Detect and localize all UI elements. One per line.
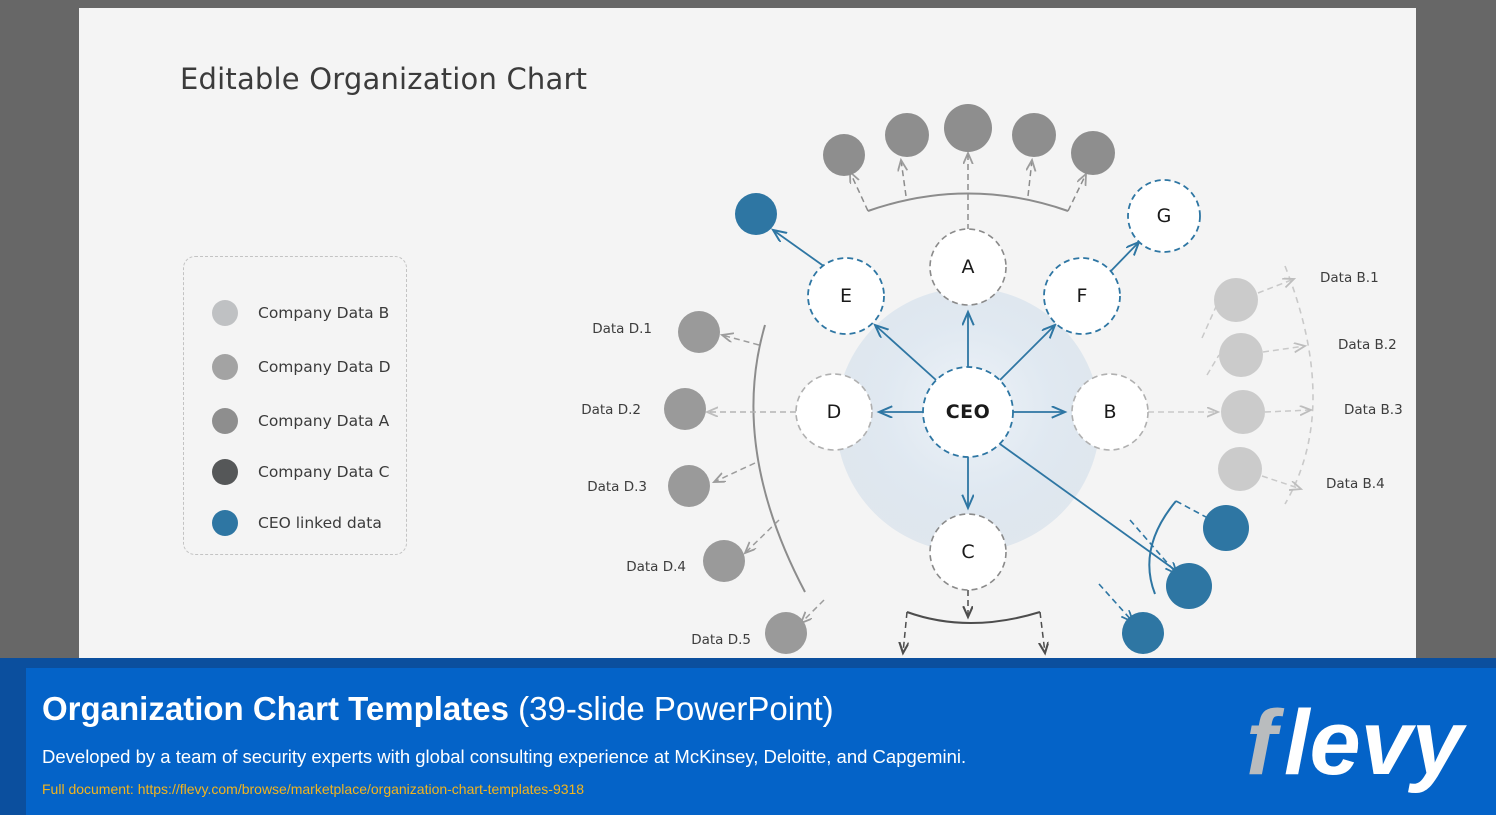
data-d-circle-5 xyxy=(765,612,807,654)
edge-a-top-2 xyxy=(901,160,906,197)
data-d-circle-3 xyxy=(668,465,710,507)
edge-linked-blue-b xyxy=(1129,519,1177,574)
edge-d-1 xyxy=(722,335,760,346)
node-ceo[interactable]: CEO xyxy=(922,366,1014,458)
ceo-linked-circle-3 xyxy=(1166,563,1212,609)
arc-right-cluster xyxy=(1284,265,1314,505)
node-g-label: G xyxy=(1157,205,1172,227)
data-b-circle-4 xyxy=(1218,447,1262,491)
node-d-label: D xyxy=(827,401,842,423)
data-b-label-1: Data B.1 xyxy=(1320,270,1379,286)
flevy-logo-levy: levy xyxy=(1284,692,1467,794)
edge-a-top-4 xyxy=(1028,160,1032,197)
cluster-a-circle-4 xyxy=(1012,113,1056,157)
edge-b-lbl-3 xyxy=(1264,410,1311,412)
data-d-label-5: Data D.5 xyxy=(691,632,751,648)
footer-banner: Organization Chart Templates (39-slide P… xyxy=(0,658,1496,815)
data-b-label-2: Data B.2 xyxy=(1338,337,1397,353)
node-f[interactable]: F xyxy=(1043,257,1121,335)
footer-title-bold: Organization Chart Templates xyxy=(42,690,509,727)
edge-c-right xyxy=(1040,611,1045,653)
data-b-circle-3 xyxy=(1221,390,1265,434)
node-b[interactable]: B xyxy=(1071,373,1149,451)
data-d-label-2: Data D.2 xyxy=(581,402,641,418)
cluster-a-circle-5 xyxy=(1071,131,1115,175)
data-d-label-4: Data D.4 xyxy=(626,559,686,575)
arc-bottom-cluster xyxy=(906,611,1041,624)
data-d-circle-1 xyxy=(678,311,720,353)
screenshot-root: Editable Organization Chart Company Data… xyxy=(0,0,1496,815)
node-ceo-label: CEO xyxy=(946,401,991,423)
edge-b-lbl-2 xyxy=(1262,346,1305,352)
slide-canvas: Editable Organization Chart Company Data… xyxy=(79,8,1416,658)
data-d-circle-2 xyxy=(664,388,706,430)
flevy-logo[interactable]: f levy xyxy=(1238,686,1478,796)
edge-b-lbl-1 xyxy=(1257,279,1294,294)
org-chart-diagram: A B C D E F G CEO Data B.1 Data B.2 Data… xyxy=(79,8,1416,658)
edge-d-4 xyxy=(745,519,780,553)
data-b-circle-1 xyxy=(1214,278,1258,322)
ceo-linked-circle-2 xyxy=(1203,505,1249,551)
node-e[interactable]: E xyxy=(807,257,885,335)
edge-c-left xyxy=(903,611,907,653)
node-e-label: E xyxy=(840,285,852,307)
arc-left-cluster xyxy=(752,324,806,593)
data-d-label-1: Data D.1 xyxy=(592,321,652,337)
node-a[interactable]: A xyxy=(929,228,1007,306)
cluster-a-circle-2 xyxy=(885,113,929,157)
data-b-label-3: Data B.3 xyxy=(1344,402,1403,418)
data-b-label-4: Data B.4 xyxy=(1326,476,1385,492)
edge-d-3 xyxy=(714,462,756,482)
edge-d-5 xyxy=(801,599,825,623)
node-c[interactable]: C xyxy=(929,513,1007,591)
cluster-a-circle-3 xyxy=(944,104,992,152)
data-d-circle-4 xyxy=(703,540,745,582)
footer-title: Organization Chart Templates (39-slide P… xyxy=(42,690,834,728)
data-d-label-3: Data D.3 xyxy=(587,479,647,495)
ceo-linked-circle-1 xyxy=(735,193,777,235)
footer-inner: Organization Chart Templates (39-slide P… xyxy=(26,668,1496,815)
edge-a-top-1 xyxy=(850,172,869,212)
footer-subtitle: Developed by a team of security experts … xyxy=(42,746,967,767)
cluster-a-circle-1 xyxy=(823,134,865,176)
node-g[interactable]: G xyxy=(1127,179,1201,253)
node-f-label: F xyxy=(1077,285,1088,307)
footer-title-light: (39-slide PowerPoint) xyxy=(508,690,834,727)
node-a-label: A xyxy=(962,256,975,278)
edge-linked-blue-c xyxy=(1098,583,1133,622)
ceo-linked-circle-4 xyxy=(1122,612,1164,654)
footer-document-link[interactable]: Full document: https://flevy.com/browse/… xyxy=(42,781,584,797)
flevy-logo-f: f xyxy=(1246,692,1285,794)
node-b-label: B xyxy=(1103,401,1116,423)
data-b-circle-2 xyxy=(1219,333,1263,377)
node-c-label: C xyxy=(961,541,974,563)
edge-e-linked xyxy=(773,230,826,268)
node-d[interactable]: D xyxy=(795,373,873,451)
edge-a-top-5 xyxy=(1067,174,1086,212)
edge-b-2 xyxy=(1206,354,1220,376)
edge-f-g xyxy=(1107,242,1139,275)
